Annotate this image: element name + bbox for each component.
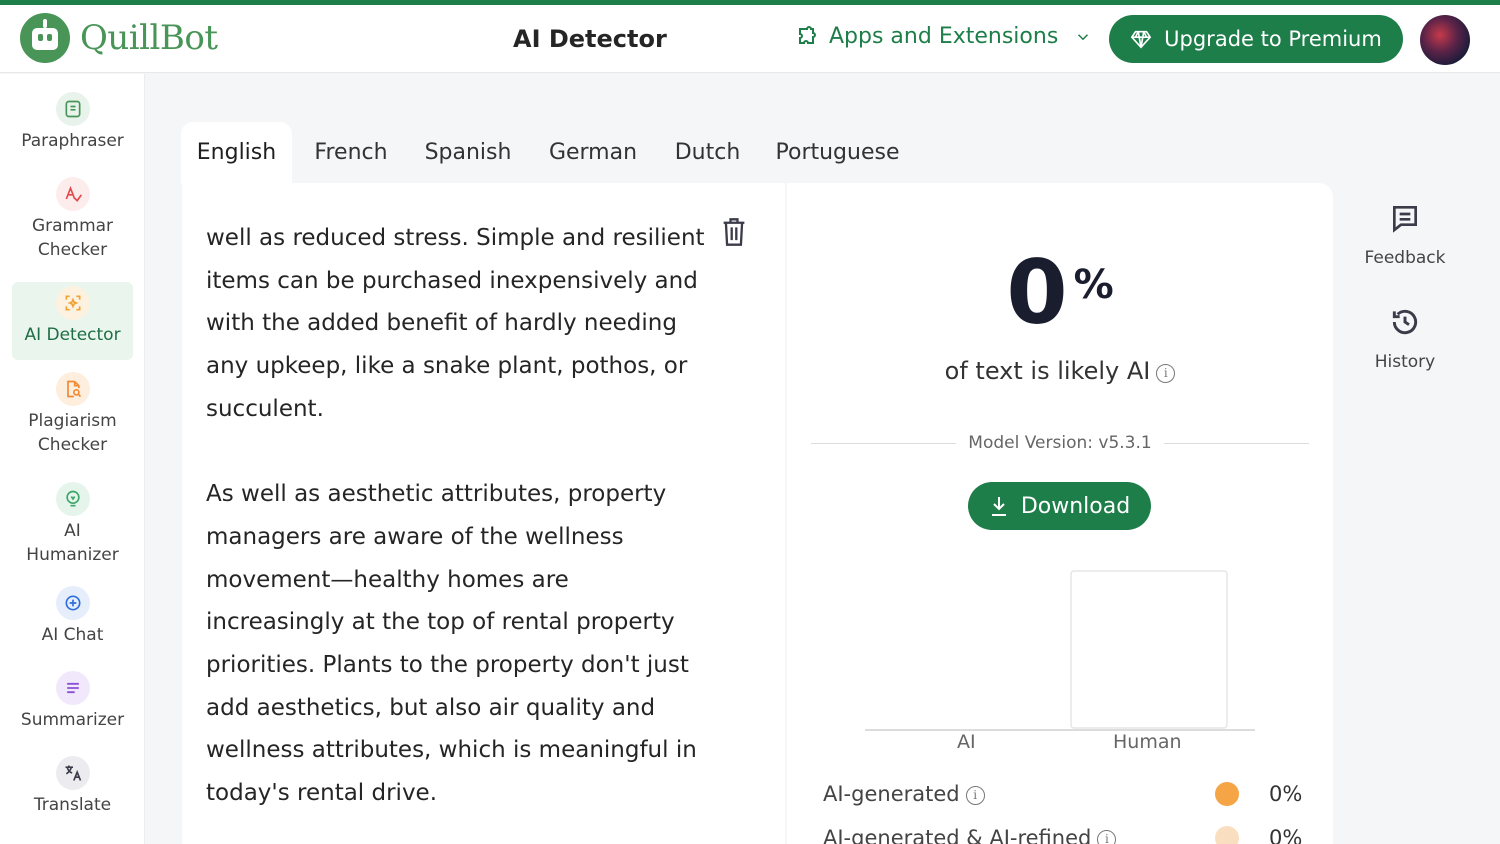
plagiarism-checker-icon	[55, 372, 90, 406]
chart-svg	[865, 570, 1255, 731]
header: QuillBot AI Detector Apps and Extensions…	[0, 5, 1500, 73]
download-icon	[991, 497, 1006, 516]
likely-ai-label: of text is likely AI	[944, 357, 1151, 385]
info-icon[interactable]: i	[1156, 363, 1176, 383]
text-editor[interactable]: well as reduced stress. Simple and resil…	[182, 183, 785, 844]
sidebar-item-translate[interactable]: Translate	[12, 756, 133, 826]
sidebar-item-label: Paraphraser	[21, 131, 124, 151]
likely-ai-text: of text is likely AI i	[787, 357, 1333, 385]
chart-bar-human	[1070, 570, 1228, 729]
feedback-label: Feedback	[1364, 248, 1446, 268]
legend-label: AI-generated & AI-refined i	[823, 826, 1215, 844]
percent-sign: %	[1073, 262, 1114, 308]
legend-row-ai-generated: AI-generated i 0%	[823, 779, 1303, 809]
ai-humanizer-icon	[55, 482, 90, 516]
results-panel: 0 % of text is likely AI i Model Version:…	[787, 183, 1333, 844]
divider	[811, 442, 957, 444]
feedback-icon	[1393, 206, 1417, 233]
ai-human-bar-chart: AI Human	[865, 570, 1255, 761]
sidebar: Paraphraser Grammar Checker AI Detector …	[0, 74, 145, 844]
upgrade-to-premium-button[interactable]: Upgrade to Premium	[1109, 15, 1403, 63]
ai-percentage: 0 %	[787, 243, 1333, 343]
editor-paragraph: well as reduced stress. Simple and resil…	[206, 225, 705, 422]
tab-german[interactable]: German	[543, 122, 643, 184]
translate-icon	[55, 756, 90, 790]
apps-and-extensions-label: Apps and Extensions	[829, 24, 1059, 49]
tab-dutch[interactable]: Dutch	[670, 122, 745, 184]
sidebar-item-ai-detector[interactable]: AI Detector	[12, 282, 133, 360]
sidebar-item-grammar-checker[interactable]: Grammar Checker	[12, 177, 133, 272]
download-label: Download	[1020, 493, 1131, 519]
history-icon	[1392, 309, 1418, 335]
chart-category-label-ai: AI	[957, 731, 976, 753]
sidebar-item-label: AI Detector	[24, 325, 121, 345]
model-version-row: Model Version: v5.3.1	[811, 433, 1309, 453]
history-label: History	[1374, 352, 1436, 372]
apps-and-extensions-menu[interactable]: Apps and Extensions	[795, 24, 1092, 49]
info-icon[interactable]: i	[1097, 829, 1117, 844]
upgrade-label: Upgrade to Premium	[1164, 27, 1382, 51]
sidebar-item-label: Grammar Checker	[31, 216, 114, 260]
tab-portuguese[interactable]: Portuguese	[775, 122, 900, 184]
sidebar-item-plagiarism-checker[interactable]: Plagiarism Checker	[12, 372, 133, 467]
ai-detector-icon	[55, 286, 90, 320]
sidebar-item-paraphraser[interactable]: Paraphraser	[12, 92, 133, 162]
history-button[interactable]: History	[1345, 306, 1465, 372]
logo-text: QuillBot	[80, 18, 218, 58]
paraphraser-icon	[55, 92, 90, 126]
quillbot-logo-icon	[20, 13, 70, 63]
sidebar-item-label: AI Humanizer	[26, 521, 119, 565]
sidebar-item-label: AI Chat	[41, 625, 104, 645]
grammar-checker-icon	[55, 177, 90, 211]
legend-value: 0%	[1269, 782, 1303, 806]
sidebar-item-summarizer[interactable]: Summarizer	[12, 671, 133, 741]
tab-spanish[interactable]: Spanish	[418, 122, 518, 184]
ai-chat-icon	[55, 586, 90, 620]
sidebar-item-ai-chat[interactable]: AI Chat	[12, 586, 133, 656]
sidebar-item-label: Summarizer	[20, 710, 125, 730]
chart-category-label-human: Human	[1113, 731, 1182, 753]
legend-dot	[1215, 782, 1239, 806]
percent-value: 0	[1006, 241, 1068, 344]
model-version: Model Version: v5.3.1	[968, 433, 1152, 453]
sidebar-item-label: Plagiarism Checker	[28, 411, 117, 455]
sidebar-item-label: Translate	[33, 795, 112, 815]
puzzle-icon	[799, 25, 816, 44]
diamond-icon	[1130, 30, 1152, 49]
page-title: AI Detector	[513, 25, 667, 53]
editor-paragraph: As well as aesthetic attributes, propert…	[206, 481, 697, 807]
summarizer-icon	[55, 671, 90, 705]
chevron-down-icon	[1078, 33, 1089, 40]
legend-dot	[1215, 826, 1239, 844]
legend-value: 0%	[1269, 826, 1303, 844]
info-icon[interactable]: i	[965, 785, 985, 805]
quillbot-logo[interactable]: QuillBot	[20, 13, 218, 63]
tab-french[interactable]: French	[305, 122, 397, 184]
avatar[interactable]	[1420, 15, 1470, 65]
trash-icon[interactable]	[720, 217, 748, 247]
feedback-button[interactable]: Feedback	[1345, 202, 1465, 268]
download-button[interactable]: Download	[968, 482, 1151, 530]
divider	[1163, 442, 1309, 444]
sidebar-item-ai-humanizer[interactable]: AI Humanizer	[12, 482, 133, 577]
legend-label: AI-generated i	[823, 782, 1215, 806]
editor-text[interactable]: well as reduced stress. Simple and resil…	[206, 217, 706, 844]
tab-english[interactable]: English	[181, 122, 292, 184]
legend-row-ai-generated-refined: AI-generated & AI-refined i 0%	[823, 823, 1303, 844]
